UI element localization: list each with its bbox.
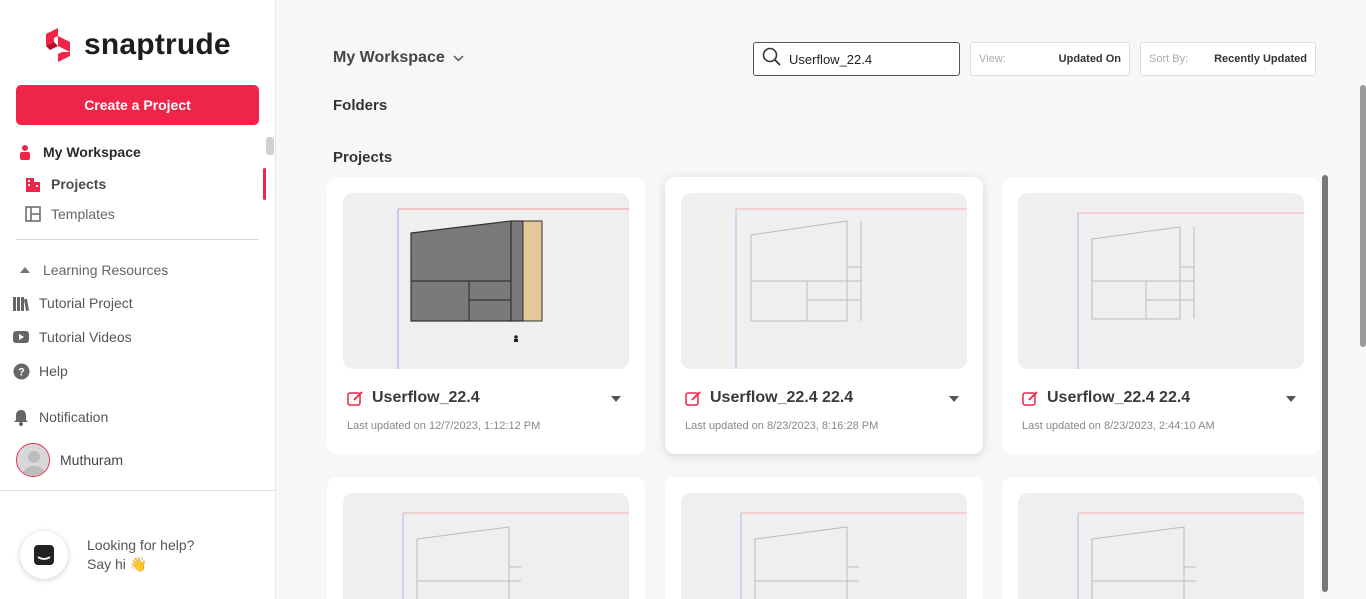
caret-down-icon[interactable] (611, 396, 621, 402)
project-thumbnail[interactable] (1018, 493, 1304, 599)
folders-heading: Folders (333, 97, 388, 114)
view-value: Updated On (1058, 53, 1121, 65)
sort-dropdown[interactable]: Sort By: Recently Updated (1140, 42, 1316, 76)
project-card[interactable] (1002, 477, 1320, 599)
project-card[interactable]: Userflow_22.4 22.4 Last updated on 8/23/… (665, 177, 983, 454)
chat-icon[interactable] (20, 531, 68, 579)
user-icon (16, 143, 34, 161)
brand-logo[interactable]: snaptrude (44, 26, 231, 64)
library-icon (12, 294, 30, 312)
help-icon: ? (12, 362, 30, 380)
sidebar-item-label: Tutorial Project (39, 295, 133, 311)
project-updated: Last updated on 12/7/2023, 1:12:12 PM (347, 420, 541, 432)
view-label: View: (979, 53, 1006, 65)
project-updated: Last updated on 8/23/2023, 8:16:28 PM (685, 420, 879, 432)
divider (16, 239, 259, 240)
project-card[interactable]: Userflow_22.4 Last updated on 12/7/2023,… (327, 177, 645, 454)
active-indicator (263, 168, 266, 200)
sidebar-item-label: Templates (51, 206, 115, 222)
project-thumbnail[interactable] (681, 493, 967, 599)
view-dropdown[interactable]: View: Updated On (970, 42, 1130, 76)
content-scrollbar[interactable] (1322, 175, 1328, 592)
workspace-title: My Workspace (333, 49, 445, 66)
project-title: Userflow_22.4 22.4 (1047, 389, 1191, 406)
sort-label: Sort By: (1149, 53, 1189, 65)
project-thumbnail[interactable] (1018, 193, 1304, 369)
project-title-row[interactable]: Userflow_22.4 (347, 389, 480, 407)
brand-name: snaptrude (84, 28, 231, 61)
chat-help-widget[interactable]: Looking for help? Say hi 👋 (20, 531, 194, 579)
caret-down-icon[interactable] (949, 396, 959, 402)
sidebar-item-tutorial-videos[interactable]: Tutorial Videos (12, 328, 132, 346)
project-updated: Last updated on 8/23/2023, 2:44:10 AM (1022, 420, 1215, 432)
sidebar-item-label: My Workspace (43, 144, 141, 160)
project-title-row[interactable]: Userflow_22.4 22.4 (1022, 389, 1190, 407)
project-title: Userflow_22.4 22.4 (710, 389, 854, 406)
user-name: Muthuram (60, 452, 124, 468)
caret-up-icon (16, 261, 34, 279)
sidebar-item-my-workspace[interactable]: My Workspace (16, 143, 141, 161)
sidebar: snaptrude Create a Project My Workspace … (0, 0, 276, 599)
project-thumbnail[interactable] (343, 193, 629, 369)
project-title-row[interactable]: Userflow_22.4 22.4 (685, 389, 853, 407)
project-thumbnail[interactable] (681, 193, 967, 369)
sidebar-item-label: Notification (39, 409, 109, 425)
project-card[interactable]: Userflow_22.4 22.4 Last updated on 8/23/… (1002, 177, 1320, 454)
sort-value: Recently Updated (1214, 53, 1307, 65)
sidebar-item-label: Help (39, 363, 68, 379)
window-scrollbar[interactable] (1360, 85, 1366, 347)
workspace-dropdown[interactable]: My Workspace (333, 49, 464, 67)
sidebar-item-tutorial-project[interactable]: Tutorial Project (12, 294, 133, 312)
user-profile[interactable]: Muthuram (16, 443, 123, 477)
sidebar-item-label: Projects (51, 176, 107, 192)
help-text: Looking for help? Say hi 👋 (87, 536, 194, 574)
create-project-button[interactable]: Create a Project (16, 85, 259, 125)
sidebar-item-notification[interactable]: Notification (12, 408, 108, 426)
search-box[interactable] (753, 42, 960, 76)
caret-down-icon[interactable] (1286, 396, 1296, 402)
search-icon (762, 47, 781, 71)
svg-text:?: ? (18, 366, 25, 378)
help-line-1: Looking for help? (87, 537, 195, 553)
edit-icon[interactable] (685, 390, 702, 407)
learning-resources-toggle[interactable]: Learning Resources (16, 261, 168, 279)
chevron-down-icon (453, 49, 464, 67)
bell-icon (12, 408, 30, 426)
sidebar-item-projects[interactable]: Projects (24, 175, 106, 193)
search-input[interactable] (789, 51, 959, 67)
project-title: Userflow_22.4 (372, 389, 480, 406)
snaptrude-logo-icon (46, 28, 70, 62)
video-icon (12, 328, 30, 346)
template-icon (24, 205, 42, 223)
help-line-2: Say hi 👋 (87, 556, 148, 572)
section-label: Learning Resources (43, 262, 169, 278)
sidebar-item-help[interactable]: ? Help (12, 362, 68, 380)
projects-heading: Projects (333, 149, 393, 166)
project-card[interactable] (327, 477, 645, 599)
sidebar-scrollbar[interactable] (266, 137, 274, 155)
project-card[interactable] (665, 477, 983, 599)
building-icon (24, 175, 42, 193)
project-thumbnail[interactable] (343, 493, 629, 599)
sidebar-item-templates[interactable]: Templates (24, 205, 115, 223)
avatar (16, 443, 50, 477)
edit-icon[interactable] (1022, 390, 1039, 407)
sidebar-item-label: Tutorial Videos (39, 329, 132, 345)
edit-icon[interactable] (347, 390, 364, 407)
divider (0, 490, 276, 491)
